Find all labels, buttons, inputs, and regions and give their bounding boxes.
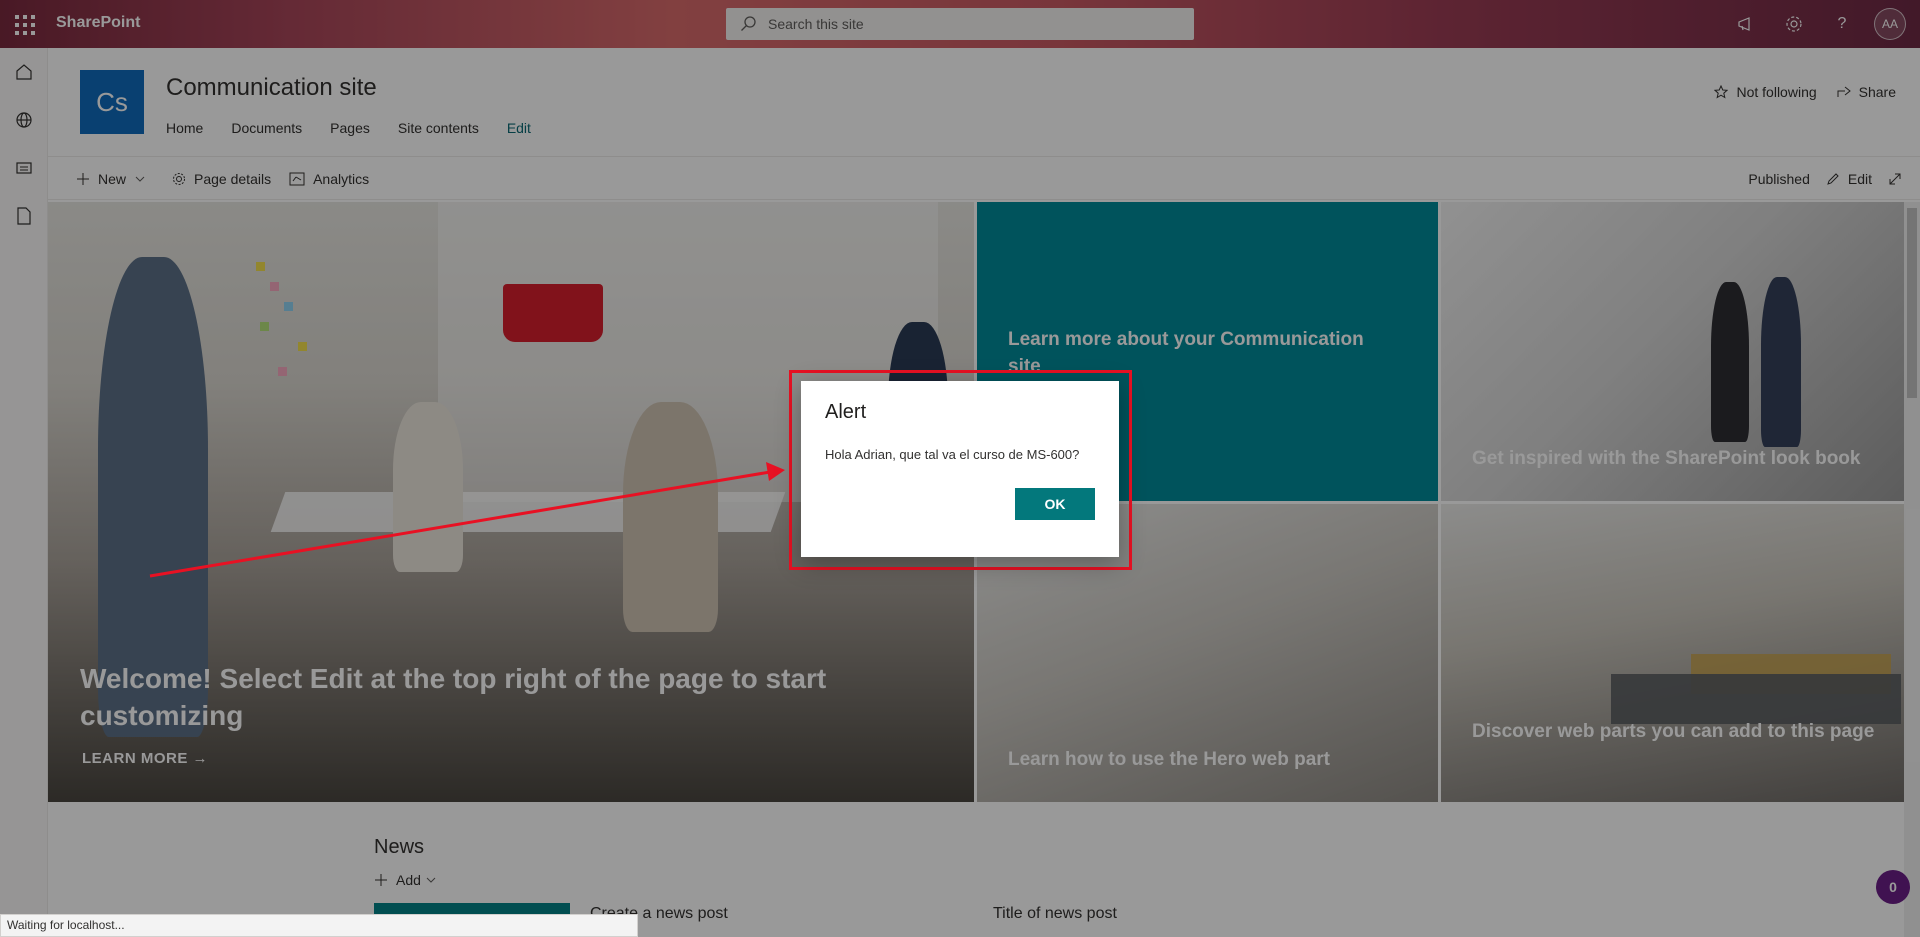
alert-dialog: Alert Hola Adrian, que tal va el curso d… (801, 381, 1119, 557)
browser-status-bar: Waiting for localhost... (0, 914, 638, 937)
alert-title: Alert (825, 401, 867, 423)
alert-message: Hola Adrian, que tal va el curso de MS-6… (825, 447, 1080, 462)
alert-ok-button[interactable]: OK (1015, 488, 1095, 520)
